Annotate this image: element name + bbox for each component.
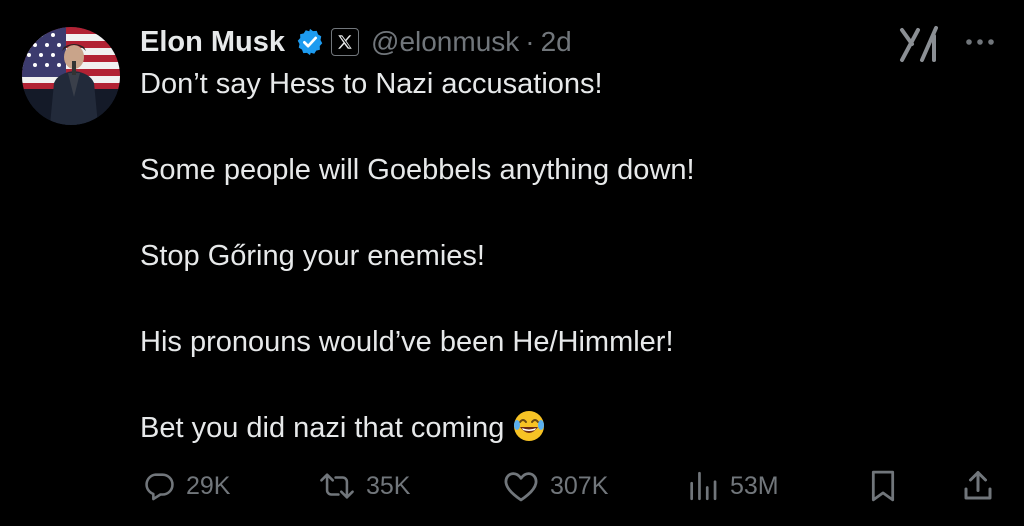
like-count: 307K: [550, 471, 609, 500]
reply-icon: [145, 473, 174, 501]
tweet-line-last: Bet you did nazi that coming: [140, 407, 695, 450]
tweet-line: Stop Gőring your enemies!: [140, 240, 485, 272]
reply-button[interactable]: 29K: [142, 462, 230, 510]
verified-badge-icon[interactable]: [295, 27, 325, 57]
share-button[interactable]: [960, 462, 996, 510]
separator-dot: ·: [525, 26, 535, 57]
tweet-line: Don’t say Hess to Nazi accusations!: [140, 68, 603, 100]
author-name[interactable]: Elon Musk: [140, 26, 285, 59]
reply-count: 29K: [186, 471, 231, 500]
heart-icon: [504, 472, 538, 502]
bookmark-button[interactable]: [866, 462, 900, 510]
tweet-line-text: Bet you did nazi that coming: [140, 412, 505, 444]
tweet-text: Don’t say Hess to Nazi accusations! Some…: [140, 63, 695, 450]
views-icon: [690, 471, 717, 501]
avatar-image: [22, 27, 120, 125]
tweet-line: His pronouns would’ve been He/Himmler!: [140, 326, 674, 358]
tweet-line: Some people will Goebbels anything down!: [140, 154, 695, 186]
bookmark-icon: [871, 470, 895, 502]
like-button[interactable]: 307K: [502, 462, 608, 510]
repost-count: 35K: [366, 471, 411, 500]
tweet-header: Elon Musk @elonmusk · 2d: [140, 22, 572, 62]
views-button[interactable]: 53M: [686, 462, 779, 510]
x-logo-icon[interactable]: [331, 28, 360, 56]
share-icon: [964, 471, 992, 500]
author-avatar[interactable]: [22, 27, 120, 125]
author-handle[interactable]: @elonmusk: [371, 26, 519, 58]
repost-icon: [320, 473, 354, 499]
laughing-emoji: [512, 409, 546, 456]
tweet-action-bar: 29K 35K 307K 53M: [0, 462, 1024, 510]
repost-button[interactable]: 35K: [318, 462, 410, 510]
more-icon[interactable]: [960, 32, 1000, 52]
tweet-timestamp[interactable]: 2d: [541, 26, 572, 58]
view-count: 53M: [730, 471, 779, 500]
grok-icon[interactable]: [898, 24, 942, 64]
